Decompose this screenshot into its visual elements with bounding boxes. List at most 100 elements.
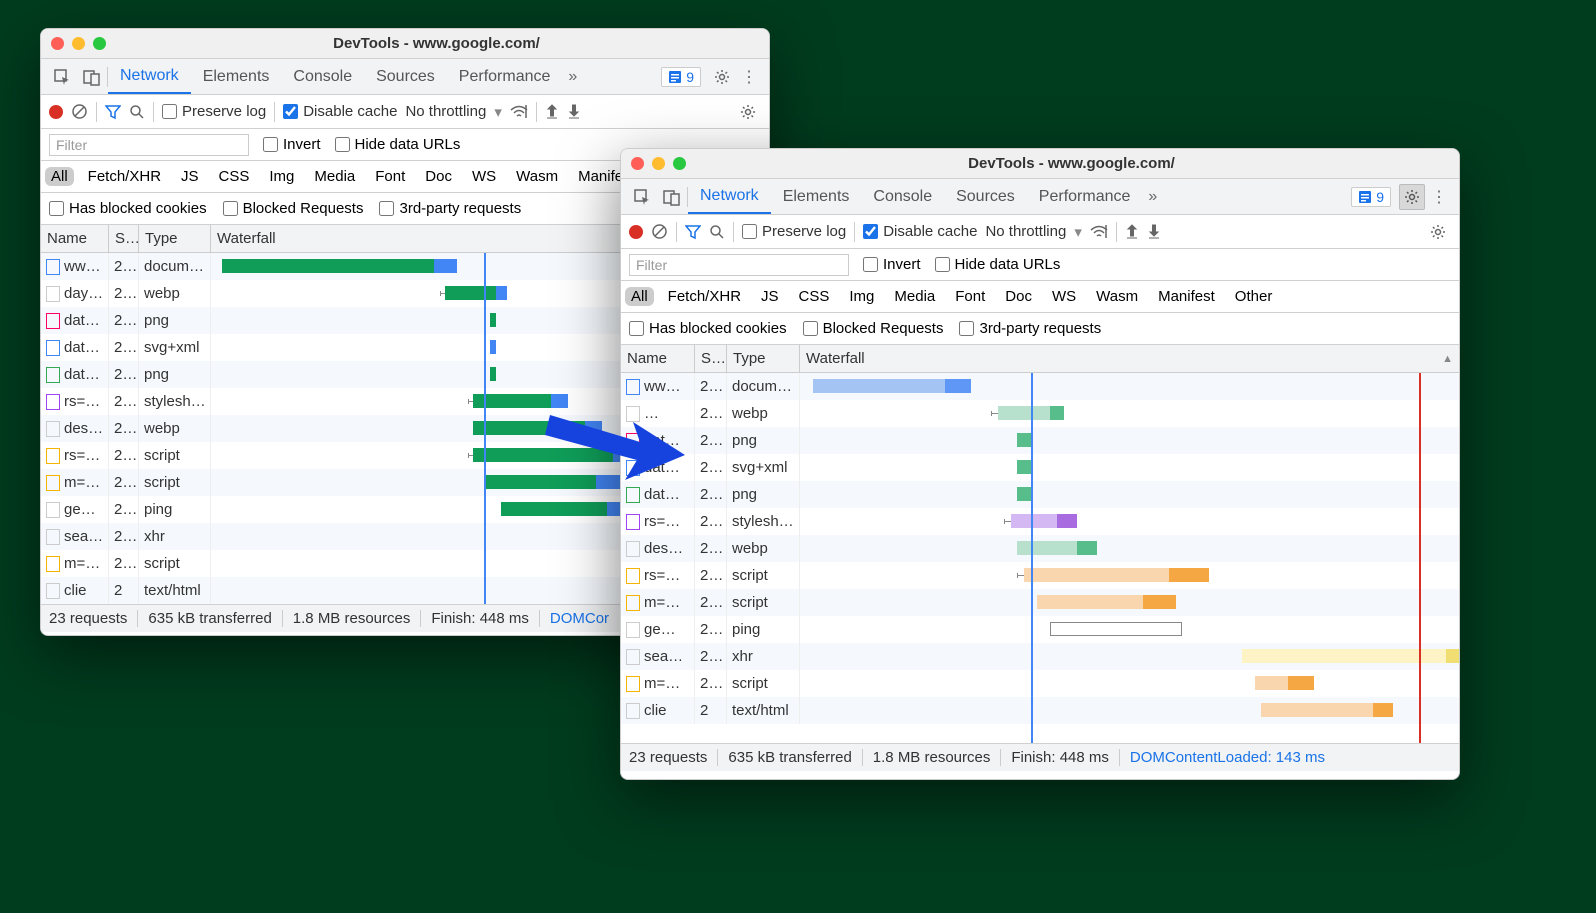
type-css[interactable]: CSS [793,287,836,306]
col-name[interactable]: Name [621,345,695,372]
minimize-icon[interactable] [652,157,665,170]
inspect-icon[interactable] [53,68,71,86]
throttling-select[interactable]: No throttling [985,223,1066,240]
download-icon[interactable] [1147,224,1161,240]
type-fetch-xhr[interactable]: Fetch/XHR [662,287,747,306]
gear-icon[interactable] [735,99,761,125]
type-font[interactable]: Font [369,167,411,186]
tab-performance[interactable]: Performance [447,59,563,94]
blocked-requests-checkbox[interactable]: Blocked Requests [223,200,364,217]
hide-dataurls-checkbox[interactable]: Hide data URLs [935,256,1061,273]
upload-icon[interactable] [545,104,559,120]
maximize-icon[interactable] [93,37,106,50]
tab-performance[interactable]: Performance [1027,179,1143,214]
disable-cache-checkbox[interactable]: Disable cache [863,223,977,240]
minimize-icon[interactable] [72,37,85,50]
tab-console[interactable]: Console [281,59,364,94]
type-all[interactable]: All [45,167,74,186]
blocked-cookies-checkbox[interactable]: Has blocked cookies [629,320,787,337]
filter-icon[interactable] [105,104,121,120]
type-ws[interactable]: WS [1046,287,1082,306]
type-doc[interactable]: Doc [419,167,458,186]
gear-icon[interactable] [1399,184,1425,210]
thirdparty-checkbox[interactable]: 3rd-party requests [959,320,1101,337]
table-row[interactable]: dat…2…svg+xml [621,454,1459,481]
chevron-down-icon[interactable]: ▾ [494,103,502,121]
type-doc[interactable]: Doc [999,287,1038,306]
type-wasm[interactable]: Wasm [510,167,564,186]
close-icon[interactable] [51,37,64,50]
type-css[interactable]: CSS [213,167,256,186]
type-img[interactable]: Img [843,287,880,306]
gear-icon[interactable] [1425,219,1451,245]
table-row[interactable]: rs=…2…stylesh… [621,508,1459,535]
issues-badge[interactable]: 9 [1351,187,1391,207]
tab-network[interactable]: Network [688,179,771,214]
tab-elements[interactable]: Elements [771,179,862,214]
tab-elements[interactable]: Elements [191,59,282,94]
table-row[interactable]: ge…2…ping [621,616,1459,643]
upload-icon[interactable] [1125,224,1139,240]
type-manifest[interactable]: Manifest [1152,287,1221,306]
inspect-icon[interactable] [633,188,651,206]
type-js[interactable]: JS [175,167,205,186]
table-row[interactable]: rs=…2…script [621,562,1459,589]
more-tabs-icon[interactable]: » [568,68,577,86]
table-row[interactable]: ww…2…docum… [621,373,1459,400]
hide-dataurls-checkbox[interactable]: Hide data URLs [335,136,461,153]
table-row[interactable]: m=…2…script [621,589,1459,616]
blocked-cookies-checkbox[interactable]: Has blocked cookies [49,200,207,217]
thirdparty-checkbox[interactable]: 3rd-party requests [379,200,521,217]
table-row[interactable]: clie2text/html [621,697,1459,724]
filter-input[interactable]: Filter [49,134,249,156]
close-icon[interactable] [631,157,644,170]
table-row[interactable]: dat…2…png [621,481,1459,508]
type-wasm[interactable]: Wasm [1090,287,1144,306]
preserve-log-checkbox[interactable]: Preserve log [162,103,266,120]
gear-icon[interactable] [709,64,735,90]
table-row[interactable]: des…2…webp [621,535,1459,562]
col-waterfall[interactable]: Waterfall▲ [800,345,1459,372]
tab-sources[interactable]: Sources [364,59,447,94]
type-other[interactable]: Other [1229,287,1279,306]
table-row[interactable]: …2…webp [621,400,1459,427]
wifi-icon[interactable] [1090,225,1108,239]
clear-icon[interactable] [71,103,88,120]
issues-badge[interactable]: 9 [661,67,701,87]
search-icon[interactable] [709,224,725,240]
wifi-icon[interactable] [510,105,528,119]
invert-checkbox[interactable]: Invert [263,136,321,153]
device-icon[interactable] [663,188,681,206]
kebab-icon[interactable]: ⋮ [741,67,757,87]
col-type[interactable]: Type [727,345,800,372]
type-all[interactable]: All [625,287,654,306]
clear-icon[interactable] [651,223,668,240]
throttling-select[interactable]: No throttling [405,103,486,120]
tab-console[interactable]: Console [861,179,944,214]
tab-sources[interactable]: Sources [944,179,1027,214]
table-row[interactable]: sea…2…xhr [621,643,1459,670]
blocked-requests-checkbox[interactable]: Blocked Requests [803,320,944,337]
type-ws[interactable]: WS [466,167,502,186]
type-js[interactable]: JS [755,287,785,306]
more-tabs-icon[interactable]: » [1148,188,1157,206]
download-icon[interactable] [567,104,581,120]
record-button[interactable] [49,105,63,119]
col-status[interactable]: S… [695,345,727,372]
type-media[interactable]: Media [888,287,941,306]
filter-icon[interactable] [685,224,701,240]
type-img[interactable]: Img [263,167,300,186]
filter-input[interactable]: Filter [629,254,849,276]
col-type[interactable]: Type [139,225,211,252]
col-name[interactable]: Name [41,225,109,252]
preserve-log-checkbox[interactable]: Preserve log [742,223,846,240]
maximize-icon[interactable] [673,157,686,170]
table-row[interactable]: m=…2…script [621,670,1459,697]
col-status[interactable]: S… [109,225,139,252]
invert-checkbox[interactable]: Invert [863,256,921,273]
tab-network[interactable]: Network [108,59,191,94]
kebab-icon[interactable]: ⋮ [1431,187,1447,207]
type-font[interactable]: Font [949,287,991,306]
search-icon[interactable] [129,104,145,120]
device-icon[interactable] [83,68,101,86]
